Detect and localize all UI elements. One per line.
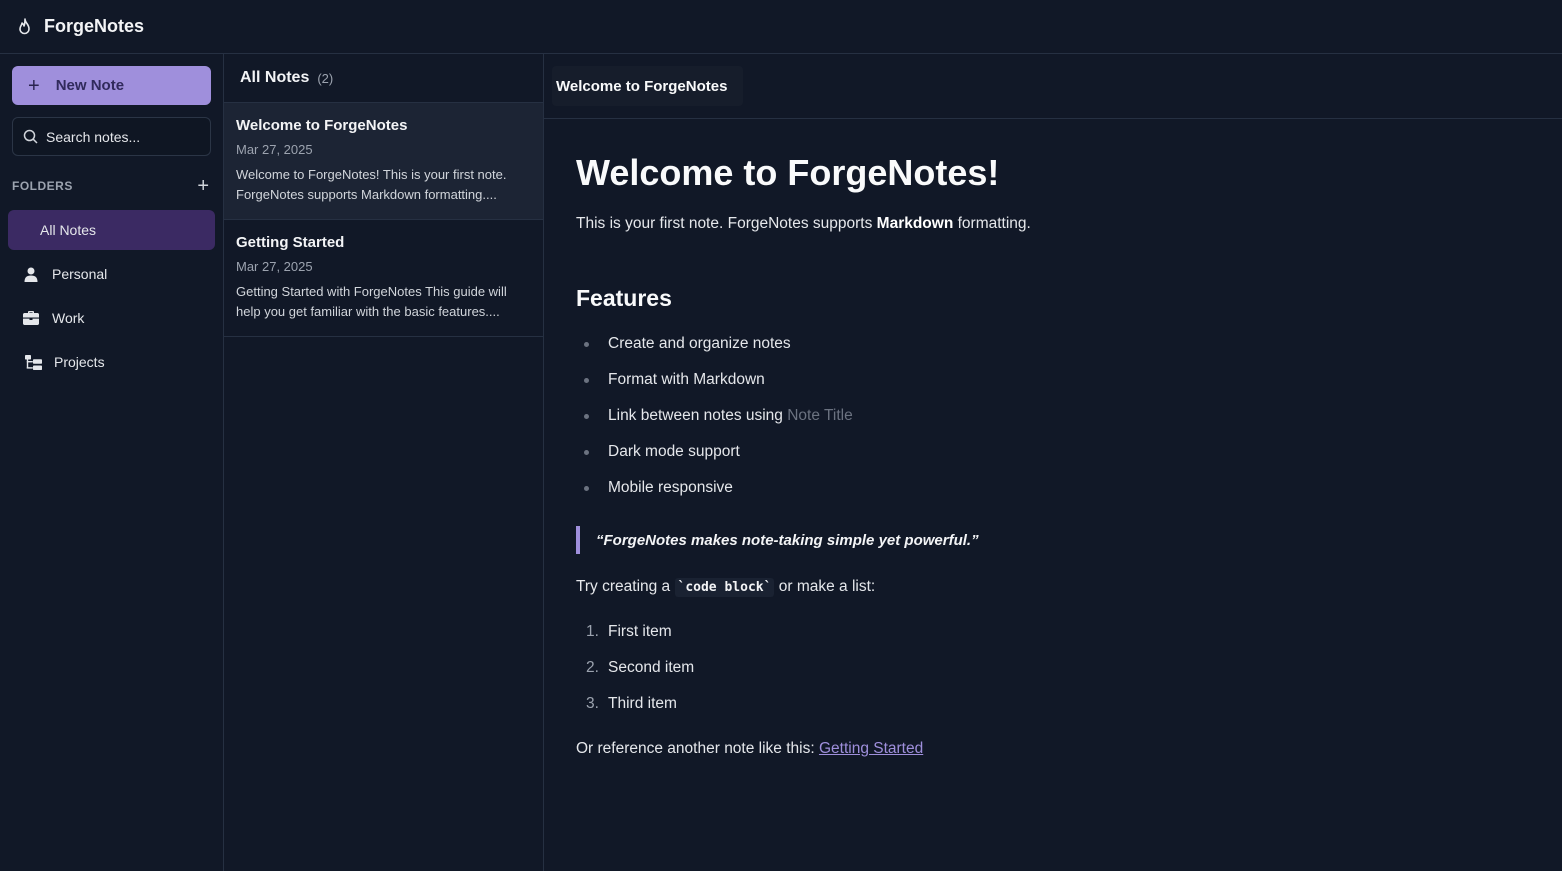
intro-paragraph: This is your first note. ForgeNotes supp… [576, 215, 1530, 233]
list-item: 2. Second item [586, 658, 1530, 694]
reference-paragraph: Or reference another note like this: Get… [576, 740, 1530, 758]
code-paragraph-text-end: or make a list: [774, 578, 876, 595]
list-item-text: Dark mode support [608, 443, 740, 460]
list-item-text: Second item [608, 659, 695, 676]
sidebar-item-projects[interactable]: Projects [8, 342, 215, 382]
code-paragraph-text: Try creating a [576, 578, 675, 595]
intro-bold: Markdown [876, 215, 954, 232]
list-number: 2. [586, 659, 599, 676]
getting-started-link[interactable]: Getting Started [819, 740, 923, 757]
sidebar-item-all-notes[interactable]: All Notes [8, 210, 215, 250]
list-item-text: First item [608, 623, 672, 640]
list-item-text: Mobile responsive [608, 479, 733, 496]
ordered-list: 1. First item 2. Second item 3. Third item [576, 622, 1530, 730]
list-item: 3. Third item [586, 694, 1530, 730]
list-item-text: Third item [608, 695, 677, 712]
new-note-label: New Note [55, 77, 125, 94]
note-title: Welcome to ForgeNotes [236, 117, 408, 134]
note-card-getting-started[interactable]: Getting Started Mar 27, 2025 Getting Sta… [224, 220, 543, 337]
note-content[interactable]: Welcome to ForgeNotes! This is your firs… [544, 119, 1562, 790]
note-preview: Welcome to ForgeNotes! This is your firs… [236, 167, 507, 202]
note-preview: Getting Started with ForgeNotes This gui… [236, 284, 507, 319]
user-icon [22, 265, 40, 283]
list-number: 1. [586, 623, 599, 640]
folder-label: Personal [52, 266, 108, 282]
note-editor: Welcome to ForgeNotes Welcome to ForgeNo… [544, 54, 1562, 871]
notes-list-panel: All Notes (2) Welcome to ForgeNotes Mar … [224, 54, 544, 871]
search-input[interactable] [46, 128, 196, 145]
note-title-field[interactable]: Welcome to ForgeNotes [552, 66, 744, 106]
briefcase-icon [22, 309, 40, 327]
code-paragraph: Try creating a `code block` or make a li… [576, 578, 1530, 597]
sidebar-item-work[interactable]: Work [8, 298, 215, 338]
sidebar-item-personal[interactable]: Personal [8, 254, 215, 294]
search-icon [23, 129, 38, 144]
reference-text: Or reference another note like this: [576, 740, 819, 757]
app-title: ForgeNotes [44, 16, 145, 36]
note-title: Getting Started [236, 234, 345, 251]
features-heading: Features [576, 285, 672, 311]
list-item: Create and organize notes [584, 334, 1530, 370]
folder-label: Work [52, 310, 85, 326]
folder-list: All Notes Personal Work Projects [8, 210, 215, 382]
list-number: 3. [586, 695, 599, 712]
list-item-text: Link between notes using [608, 407, 788, 424]
list-item-text: Format with Markdown [608, 371, 765, 388]
list-item: Dark mode support [584, 442, 1530, 478]
note-date: Mar 27, 2025 [236, 259, 313, 274]
editor-header: Welcome to ForgeNotes [544, 54, 1562, 119]
new-note-button[interactable]: + New Note [12, 66, 211, 105]
features-list: Create and organize notes Format with Ma… [576, 334, 1530, 514]
list-item: 1. First item [586, 622, 1530, 658]
sidebar: + New Note FOLDERS + All Notes Personal [0, 54, 224, 871]
note-title-link[interactable]: Note Title [787, 407, 852, 424]
intro-text: This is your first note. ForgeNotes supp… [576, 215, 877, 232]
plus-icon: + [28, 74, 40, 97]
add-folder-icon[interactable]: + [197, 176, 209, 196]
notes-list-header: All Notes (2) [224, 54, 543, 103]
folders-title: FOLDERS [12, 179, 73, 193]
notes-list-title: All Notes [240, 69, 310, 86]
intro-text-end: formatting. [953, 215, 1031, 232]
folder-tree-icon [24, 353, 42, 371]
inline-code: `code block` [674, 578, 775, 597]
folder-label: Projects [54, 354, 105, 370]
folders-header: FOLDERS + [12, 176, 215, 196]
flame-icon [16, 17, 36, 37]
note-date: Mar 27, 2025 [236, 142, 313, 157]
folder-label: All Notes [40, 222, 97, 238]
list-item: Mobile responsive [584, 478, 1530, 514]
list-item-text: Create and organize notes [608, 335, 791, 352]
search-box[interactable] [12, 117, 211, 156]
notes-count: (2) [317, 70, 334, 86]
list-item: Format with Markdown [584, 370, 1530, 406]
blockquote: “ForgeNotes makes note-taking simple yet… [576, 526, 1530, 554]
top-bar: ForgeNotes [0, 0, 1562, 54]
content-heading: Welcome to ForgeNotes! [576, 152, 1000, 193]
note-card-welcome[interactable]: Welcome to ForgeNotes Mar 27, 2025 Welco… [224, 103, 543, 220]
list-item: Link between notes using Note Title [584, 406, 1530, 442]
